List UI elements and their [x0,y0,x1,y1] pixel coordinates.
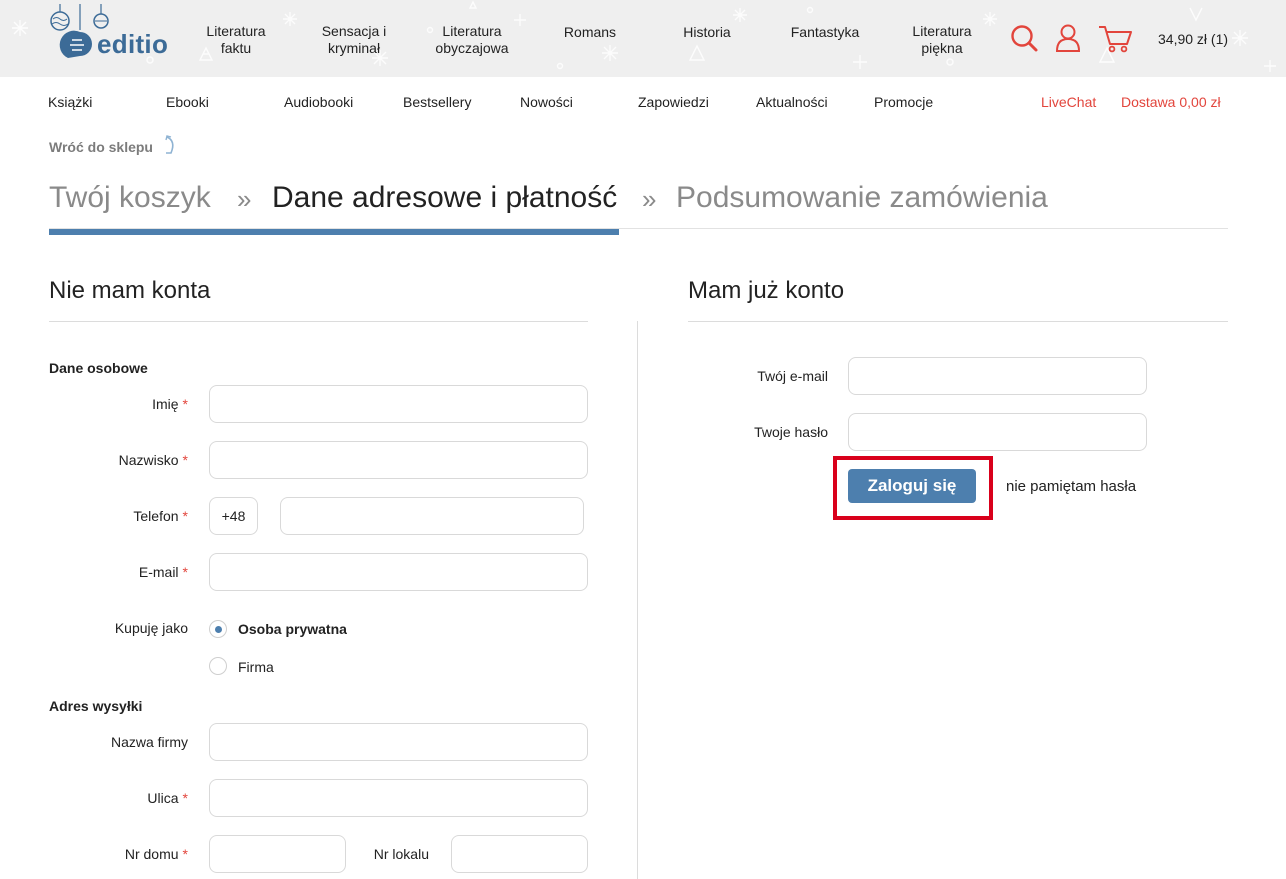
nav-nowosci[interactable]: Nowości [520,94,573,110]
main-nav: Książki Ebooki Audiobooki Bestsellery No… [0,77,1286,127]
login-email-input[interactable] [848,357,1147,395]
company-name-input[interactable] [209,723,588,761]
back-to-shop-label: Wróć do sklepu [49,139,153,155]
street-input[interactable] [209,779,588,817]
nav-aktualnosci[interactable]: Aktualności [756,94,828,110]
user-icon[interactable] [1052,22,1084,54]
step-cart[interactable]: Twój koszyk [49,181,211,215]
personal-data-heading: Dane osobowe [49,360,148,376]
step-separator: » [237,184,252,214]
search-icon[interactable] [1008,22,1040,54]
first-name-input[interactable] [209,385,588,423]
nav-zapowiedzi[interactable]: Zapowiedzi [638,94,709,110]
snowflake-pattern [12,0,1276,72]
flat-number-label: Nr lokalu [373,846,429,862]
login-button[interactable]: Zaloguj się [848,469,976,503]
email-input[interactable] [209,553,588,591]
category-fantastyka[interactable]: Fantastyka [786,24,864,41]
flat-number-input[interactable] [451,835,588,873]
radio-company-label[interactable]: Firma [238,659,274,675]
step-separator: » [642,184,657,214]
nav-ksiazki[interactable]: Książki [48,94,92,110]
category-historia[interactable]: Historia [678,24,736,41]
house-number-label: Nr domu * [124,846,188,862]
divider [49,321,588,322]
has-account-title: Mam już konto [688,277,845,304]
return-arrow-icon [165,135,174,154]
phone-input[interactable] [280,497,584,535]
category-literatura-faktu[interactable]: Literatura faktu [203,23,269,57]
category-literatura-obyczajowa[interactable]: Literatura obyczajowa [432,23,512,57]
login-password-label: Twoje hasło [754,424,828,440]
radio-private-person[interactable] [209,620,227,638]
back-to-shop-link[interactable]: Wróć do sklepu [49,135,174,155]
phone-prefix[interactable]: +48 [209,497,258,535]
top-header: editio Literatura faktu Sensacja i krymi… [0,0,1286,77]
category-romans[interactable]: Romans [560,24,620,41]
email-label: E-mail * [138,564,188,580]
nav-ebooki[interactable]: Ebooki [166,94,209,110]
nav-promocje[interactable]: Promocje [874,94,933,110]
last-name-input[interactable] [209,441,588,479]
category-sensacja-kryminal[interactable]: Sensacja i kryminał [318,23,390,57]
login-password-input[interactable] [848,413,1147,451]
street-label: Ulica * [147,790,188,806]
last-name-label: Nazwisko * [118,452,188,468]
step-summary: Podsumowanie zamówienia [676,181,1048,214]
step-address-payment: Dane adresowe i płatność [272,181,618,214]
phone-label: Telefon * [133,508,188,524]
livechat-link[interactable]: LiveChat [1041,94,1096,110]
divider [688,321,1228,322]
buying-as-label: Kupuję jako [114,620,188,636]
house-number-input[interactable] [209,835,346,873]
shipping-address-heading: Adres wysyłki [49,698,143,714]
cart-total[interactable]: 34,90 zł (1) [1158,31,1228,47]
category-literatura-piekna[interactable]: Literatura piękna [909,23,975,57]
radio-private-person-label[interactable]: Osoba prywatna [238,621,347,637]
company-name-label: Nazwa firmy [110,734,188,750]
forgot-password-link[interactable]: nie pamiętam hasła [1006,478,1136,495]
no-account-title: Nie mam konta [49,277,211,304]
delivery-info[interactable]: Dostawa 0,00 zł [1121,94,1221,110]
active-step-indicator [49,229,619,235]
first-name-label: Imię * [152,396,188,412]
radio-company[interactable] [209,657,227,675]
cart-icon[interactable] [1097,22,1133,54]
brand-name[interactable]: editio [97,29,168,60]
login-email-label: Twój e-mail [757,368,828,384]
nav-audiobooki[interactable]: Audiobooki [284,94,353,110]
column-divider [637,321,638,879]
nav-bestsellery[interactable]: Bestsellery [403,94,471,110]
